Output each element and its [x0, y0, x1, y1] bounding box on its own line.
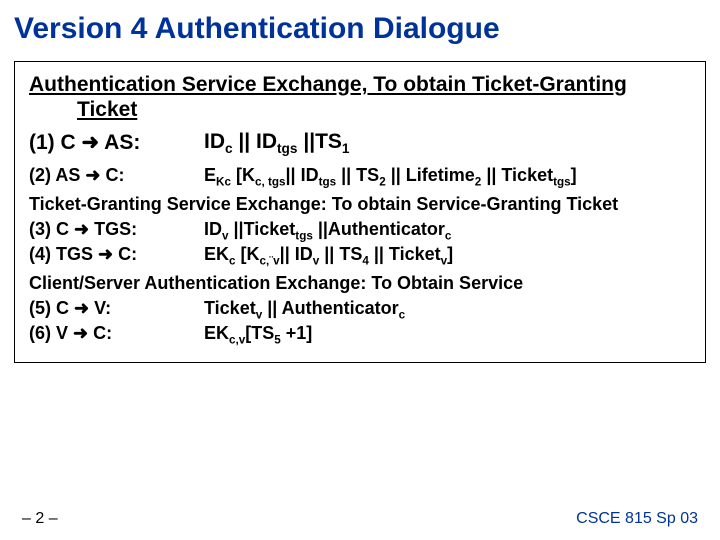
footer: – 2 – CSCE 815 Sp 03 [22, 510, 698, 528]
slide: Version 4 Authentication Dialogue Authen… [0, 0, 720, 540]
message-2: (2) AS ➜ C: EKc [Kc, tgs|| IDtgs || TS2 … [29, 165, 691, 186]
s: c [225, 141, 233, 156]
msg2-post: C: [100, 165, 124, 185]
message-6-value: EKc,v[TS5 +1] [204, 323, 691, 344]
message-5-label: (5) C ➜ V: [29, 298, 204, 319]
msg4-post: C: [113, 244, 137, 264]
t: ||Ticket [229, 219, 296, 239]
arrow-icon: ➜ [74, 219, 89, 239]
arrow-icon: ➜ [74, 298, 89, 318]
t: || ID [280, 244, 313, 264]
s: c [399, 308, 406, 321]
section-1-heading: Authentication Service Exchange, To obta… [29, 72, 691, 122]
s: tgs [319, 175, 337, 188]
t: E [204, 165, 216, 185]
message-4-label: (4) TGS ➜ C: [29, 244, 204, 265]
msg1-pre: (1) C [29, 131, 82, 154]
arrow-icon: ➜ [98, 244, 113, 264]
msg5-post: V: [89, 298, 111, 318]
t: ||Authenticator [313, 219, 445, 239]
s: tgs [277, 141, 297, 156]
t: [TS [245, 323, 274, 343]
message-1: (1) C ➜ AS: IDc || IDtgs ||TS1 [29, 130, 691, 155]
s: Kc [216, 175, 231, 188]
t: || TS [319, 244, 362, 264]
message-5: (5) C ➜ V: Ticketv || Authenticatorc [29, 298, 691, 319]
page-number: – 2 – [22, 510, 58, 528]
t: ] [447, 244, 453, 264]
section-2-heading: Ticket-Granting Service Exchange: To obt… [29, 194, 691, 215]
message-3-label: (3) C ➜ TGS: [29, 219, 204, 240]
course-label: CSCE 815 Sp 03 [576, 510, 698, 528]
section-3-heading: Client/Server Authentication Exchange: T… [29, 273, 691, 294]
s: tgs [295, 229, 313, 242]
t: ID [204, 130, 225, 153]
message-6-label: (6) V ➜ C: [29, 323, 204, 344]
t: || Authenticator [262, 298, 398, 318]
message-4-value: EKc [Kc,¨v|| IDv || TS4 || Ticketv] [204, 244, 691, 265]
msg1-post: AS: [99, 131, 140, 154]
msg5-pre: (5) C [29, 298, 74, 318]
t: || ID [233, 130, 277, 153]
message-1-value: IDc || IDtgs ||TS1 [204, 130, 691, 155]
s: 1 [342, 141, 350, 156]
slide-title: Version 4 Authentication Dialogue [14, 12, 706, 47]
t: || Lifetime [386, 165, 475, 185]
s: c,¨v [260, 254, 280, 267]
arrow-icon: ➜ [82, 131, 100, 154]
s: c [445, 229, 452, 242]
t: || ID [286, 165, 319, 185]
message-2-value: EKc [Kc, tgs|| IDtgs || TS2 || Lifetime2… [204, 165, 691, 186]
arrow-icon: ➜ [85, 165, 100, 185]
content-box: Authentication Service Exchange, To obta… [14, 61, 706, 363]
msg3-pre: (3) C [29, 219, 74, 239]
message-5-value: Ticketv || Authenticatorc [204, 298, 691, 319]
t: ||TS [297, 130, 341, 153]
s: c, tgs [255, 175, 286, 188]
message-3: (3) C ➜ TGS: IDv ||Tickettgs ||Authentic… [29, 219, 691, 240]
t: Ticket [204, 298, 256, 318]
msg4-pre: (4) TGS [29, 244, 98, 264]
message-4: (4) TGS ➜ C: EKc [Kc,¨v|| IDv || TS4 || … [29, 244, 691, 265]
t: ] [571, 165, 577, 185]
msg6-pre: (6) V [29, 323, 73, 343]
t: ID [204, 219, 222, 239]
s: tgs [553, 175, 571, 188]
message-1-label: (1) C ➜ AS: [29, 130, 204, 155]
t: || Ticket [369, 244, 441, 264]
s: c,v [229, 333, 245, 346]
message-3-value: IDv ||Tickettgs ||Authenticatorc [204, 219, 691, 240]
msg2-pre: (2) AS [29, 165, 85, 185]
t: || TS [336, 165, 379, 185]
t: [K [236, 244, 260, 264]
section-1-line-1: Authentication Service Exchange, To obta… [29, 73, 627, 96]
t: EK [204, 244, 229, 264]
arrow-icon: ➜ [73, 323, 88, 343]
t: || Ticket [481, 165, 553, 185]
t: EK [204, 323, 229, 343]
message-2-label: (2) AS ➜ C: [29, 165, 204, 186]
t: +1] [281, 323, 313, 343]
msg6-post: C: [88, 323, 112, 343]
t: [K [231, 165, 255, 185]
message-6: (6) V ➜ C: EKc,v[TS5 +1] [29, 323, 691, 344]
msg3-post: TGS: [89, 219, 137, 239]
section-1-line-2: Ticket [29, 97, 691, 122]
